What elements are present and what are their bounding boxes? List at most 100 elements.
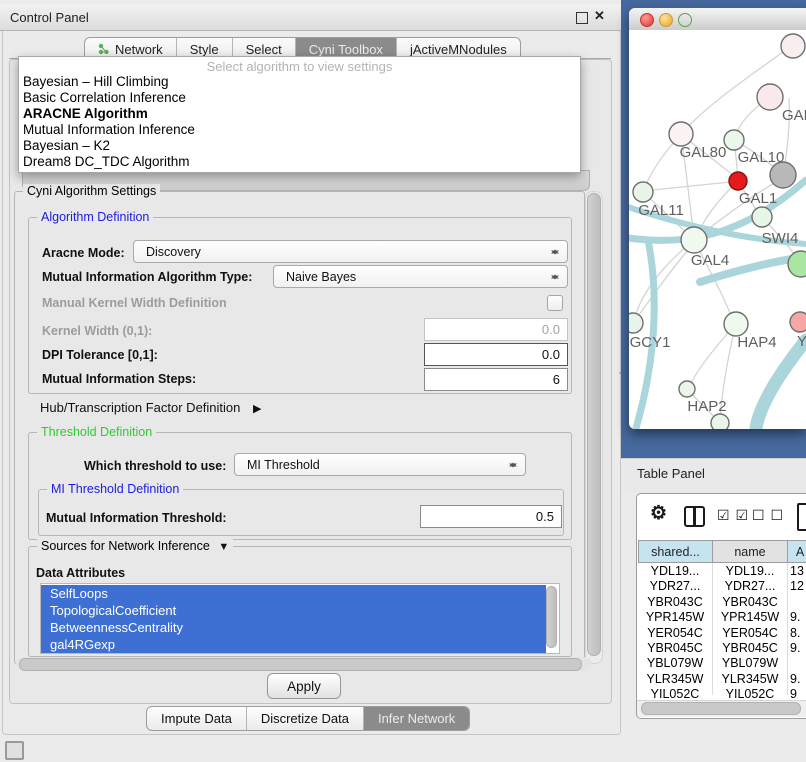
- table-cell[interactable]: YPR145W: [638, 610, 712, 625]
- table-cell[interactable]: 12: [790, 579, 806, 594]
- node-hap2[interactable]: [679, 381, 695, 397]
- kernel-width-label: Kernel Width (0,1):: [42, 324, 152, 338]
- algorithm-option-basic-correlation[interactable]: Basic Correlation Inference: [23, 90, 573, 106]
- table-cell[interactable]: YDR27...: [713, 579, 787, 594]
- node-gal-clipped[interactable]: [757, 84, 783, 110]
- table-cell[interactable]: 9.: [790, 641, 806, 656]
- algorithm-popup-placeholder: Select algorithm to view settings: [19, 59, 580, 74]
- close-traffic-light[interactable]: [640, 13, 654, 27]
- column-header-name[interactable]: name: [712, 540, 788, 563]
- table-cell[interactable]: YBR045C: [638, 641, 712, 656]
- table-cell[interactable]: YBR045C: [713, 641, 787, 656]
- table-cell[interactable]: YDL19...: [638, 564, 712, 579]
- close-icon[interactable]: ✕: [594, 8, 605, 24]
- settings-vscrollbar-thumb[interactable]: [587, 193, 601, 656]
- node-hap4[interactable]: [724, 312, 748, 336]
- table-cell[interactable]: YPR145W: [713, 610, 787, 625]
- table-cell[interactable]: YBR043C: [713, 595, 787, 610]
- apply-button[interactable]: Apply: [267, 673, 341, 699]
- table-cell[interactable]: 13: [790, 564, 806, 579]
- network-canvas[interactable]: GAL80 GAL10 GAL1 GAL11 SWI4 GAL4 GCY1 HA…: [629, 30, 806, 429]
- attr-item-selfloops[interactable]: SelfLoops: [41, 585, 546, 602]
- cyni-bottom-tabbar: Impute Data Discretize Data Infer Networ…: [146, 706, 470, 731]
- column-header-shared-name[interactable]: shared...: [638, 540, 713, 563]
- select-columns-checked-icon[interactable]: ☑ ☑: [717, 507, 749, 524]
- table-cell[interactable]: YER054C: [638, 626, 712, 641]
- manual-kernel-width-checkbox[interactable]: [547, 295, 563, 311]
- dpi-tolerance-field[interactable]: 0.0: [424, 343, 568, 366]
- dpi-tolerance-label: DPI Tolerance [0,1]:: [42, 348, 158, 362]
- which-threshold-select[interactable]: MI Threshold: [234, 453, 526, 476]
- attr-list-vscrollbar-thumb[interactable]: [546, 586, 557, 648]
- kernel-width-field[interactable]: 0.0: [424, 318, 568, 341]
- float-window-icon[interactable]: [576, 12, 588, 24]
- table-cell[interactable]: YBL079W: [638, 656, 712, 671]
- sources-legend-toggle[interactable]: Sources for Network Inference ▼: [37, 539, 233, 553]
- table-panel-title: Table Panel: [637, 466, 705, 481]
- tab-network-label: Network: [115, 42, 163, 57]
- node-gal4[interactable]: [681, 227, 707, 253]
- table-row[interactable]: YDL19... YDL19... 13: [637, 564, 806, 579]
- node-bottom-partial[interactable]: [711, 414, 729, 429]
- minimize-traffic-light[interactable]: [659, 13, 673, 27]
- table-cell[interactable]: [790, 595, 806, 610]
- node-gal80[interactable]: [669, 122, 693, 146]
- table-row[interactable]: YPR145W YPR145W 9.: [637, 610, 806, 625]
- algorithm-option-mutual-information[interactable]: Mutual Information Inference: [23, 122, 573, 138]
- zoom-traffic-light[interactable]: [678, 13, 692, 27]
- algorithm-option-aracne[interactable]: ARACNE Algorithm: [23, 106, 573, 122]
- table-cell[interactable]: 8.: [790, 626, 806, 641]
- algorithm-option-dream8[interactable]: Dream8 DC_TDC Algorithm: [23, 154, 573, 170]
- node-unlabeled-top[interactable]: [781, 34, 805, 58]
- control-panel-titlebar: [0, 4, 621, 31]
- hub-definition-toggle[interactable]: Hub/Transcription Factor Definition ▶: [40, 400, 261, 415]
- column-header-clipped[interactable]: A: [787, 540, 806, 563]
- node-gal10[interactable]: [724, 130, 744, 150]
- aracne-mode-select[interactable]: Discovery: [133, 240, 568, 263]
- mi-algorithm-type-select[interactable]: Naive Bayes: [273, 265, 568, 288]
- attr-item-topologicalcoefficient[interactable]: TopologicalCoefficient: [41, 602, 546, 619]
- collapsed-panel-icon[interactable]: [5, 741, 24, 760]
- tab-impute-data-label: Impute Data: [161, 711, 232, 726]
- node-gcy1[interactable]: [629, 313, 643, 333]
- settings-hscrollbar-thumb[interactable]: [19, 658, 582, 671]
- table-cell[interactable]: [790, 656, 806, 671]
- table-cell[interactable]: YDL19...: [713, 564, 787, 579]
- node-gal1-red[interactable]: [729, 172, 747, 190]
- tab-jactivemnodules-label: jActiveMNodules: [410, 42, 507, 57]
- table-row[interactable]: YBL079W YBL079W: [637, 656, 806, 671]
- node-pink-right[interactable]: [790, 312, 806, 332]
- table-cell[interactable]: YBR043C: [638, 595, 712, 610]
- table-row[interactable]: YBR043C YBR043C: [637, 595, 806, 610]
- node-gal11[interactable]: [633, 182, 653, 202]
- mi-threshold-field[interactable]: 0.5: [420, 505, 562, 528]
- table-row[interactable]: YDR27... YDR27... 12: [637, 579, 806, 594]
- new-table-icon[interactable]: [797, 503, 806, 531]
- split-view-icon[interactable]: [684, 506, 705, 527]
- mi-steps-field[interactable]: 6: [424, 368, 568, 391]
- select-columns-unchecked-icon[interactable]: ☐ ☐: [752, 507, 784, 524]
- table-row[interactable]: YBR045C YBR045C 9.: [637, 641, 806, 656]
- gear-icon[interactable]: ⚙: [650, 502, 667, 525]
- table-cell[interactable]: 9.: [790, 610, 806, 625]
- tab-impute-data[interactable]: Impute Data: [147, 707, 247, 730]
- table-row[interactable]: YER054C YER054C 8.: [637, 626, 806, 641]
- table-cell[interactable]: YBL079W: [713, 656, 787, 671]
- table-cell[interactable]: 9.: [790, 672, 806, 687]
- table-cell[interactable]: YER054C: [713, 626, 787, 641]
- network-window-titlebar[interactable]: [629, 8, 806, 31]
- tab-discretize-data[interactable]: Discretize Data: [247, 707, 364, 730]
- attr-item-gal4rgexp[interactable]: gal4RGexp: [41, 636, 546, 653]
- attr-item-betweennesscentrality[interactable]: BetweennessCentrality: [41, 619, 546, 636]
- table-cell[interactable]: YDR27...: [638, 579, 712, 594]
- table-cell[interactable]: YLR345W: [638, 672, 712, 687]
- tab-infer-network[interactable]: Infer Network: [364, 707, 469, 730]
- table-hscrollbar-thumb[interactable]: [641, 702, 801, 715]
- node-swi4[interactable]: [752, 207, 772, 227]
- table-row[interactable]: YLR345W YLR345W 9.: [637, 672, 806, 687]
- algorithm-option-bayesian-hill-climbing[interactable]: Bayesian – Hill Climbing: [23, 74, 573, 90]
- algorithm-option-bayesian-k2[interactable]: Bayesian – K2: [23, 138, 573, 154]
- table-cell[interactable]: YLR345W: [713, 672, 787, 687]
- network-graph: GAL80 GAL10 GAL1 GAL11 SWI4 GAL4 GCY1 HA…: [629, 30, 806, 429]
- node-green-right[interactable]: [788, 251, 806, 277]
